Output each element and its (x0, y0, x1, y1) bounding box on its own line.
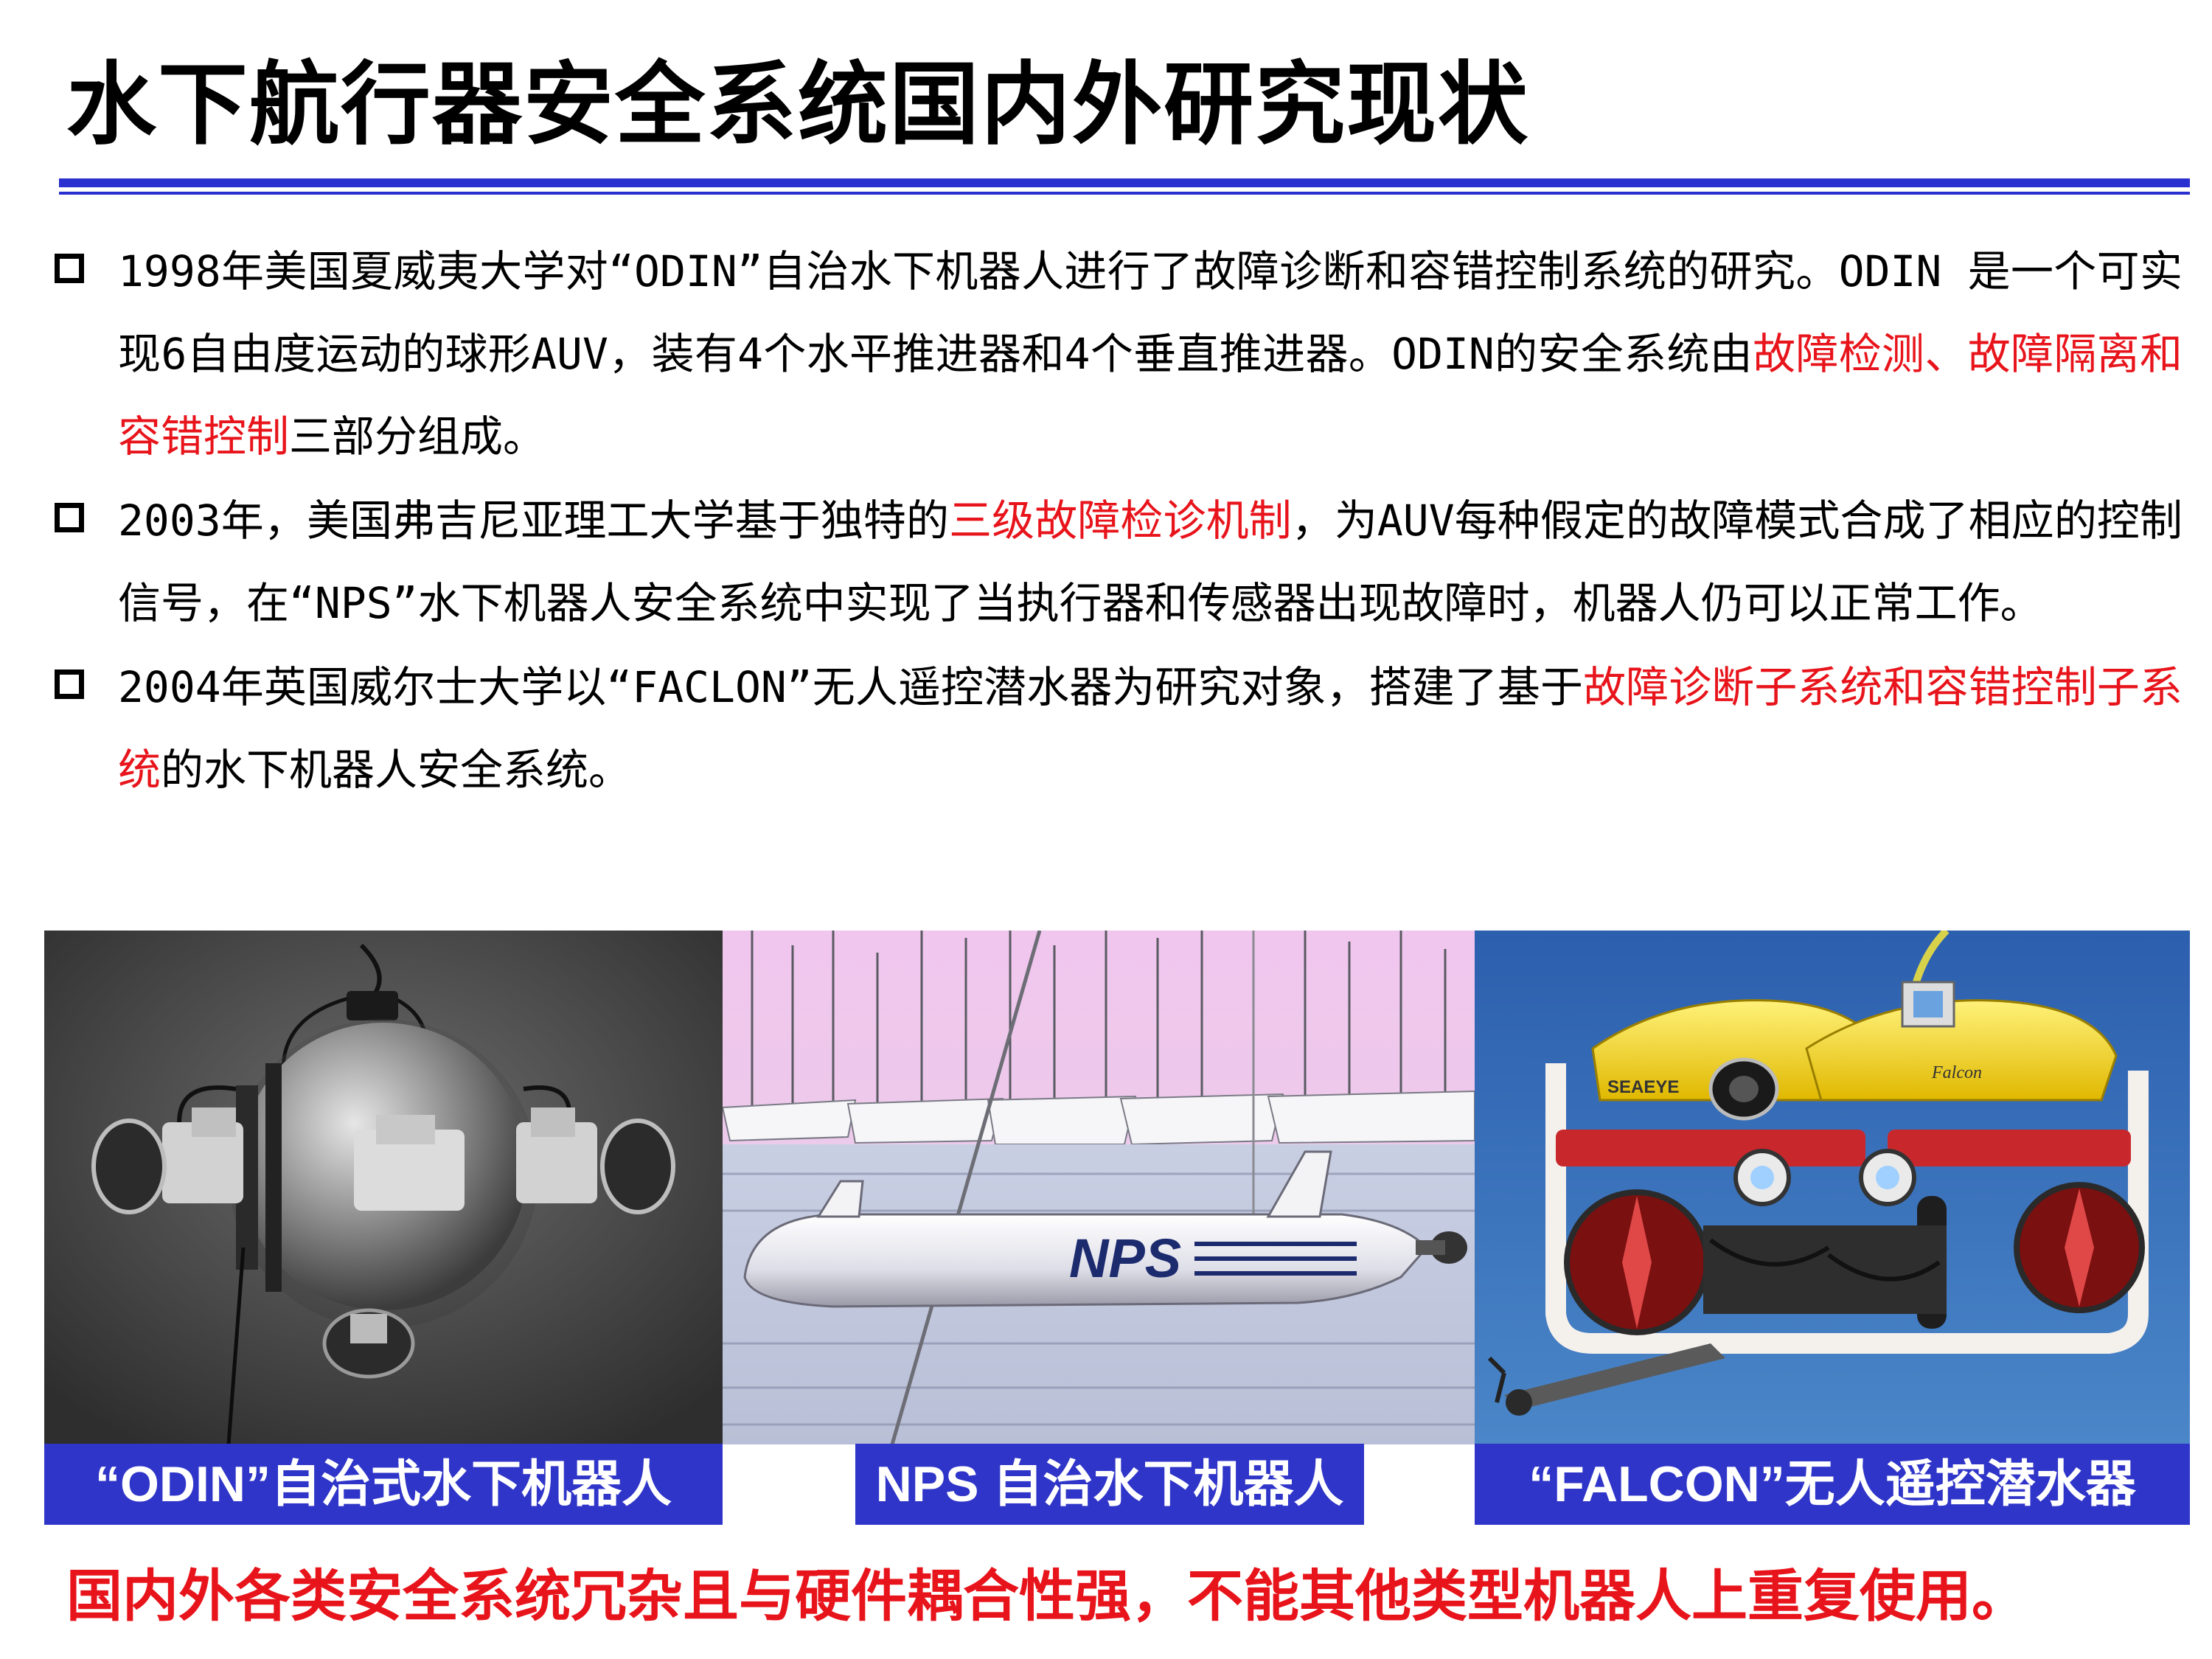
bullet-text: 1998年美国夏威夷大学对“ODIN”自治水下机器人进行了故障诊断和容错控制系统… (118, 230, 2183, 478)
bullet-text-segment: 三部分组成。 (289, 411, 546, 462)
bullet-falcon: 2004年英国威尔士大学以“FACLON”无人遥控潜水器为研究对象，搭建了基于故… (44, 646, 2183, 811)
falcon-caption: “FALCON”无人遥控潜水器 (1475, 1444, 2190, 1525)
title-divider-thick (59, 178, 2190, 187)
odin-caption: “ODIN”自治式水下机器人 (44, 1444, 723, 1525)
odin-auv-photo (44, 931, 723, 1444)
page-title: 水下航行器安全系统国内外研究现状 (66, 52, 1529, 157)
seaeye-float-label: SEAEYE (1607, 1077, 1679, 1097)
bullet-text-segment: 2004年英国威尔士大学以“FACLON”无人遥控潜水器为研究对象，搭建了基于 (118, 662, 1584, 712)
bullet-text: 2003年，美国弗吉尼亚理工大学基于独特的三级故障检诊机制，为AUV每种假定的故… (118, 479, 2183, 644)
nps-hull-label: NPS (1069, 1228, 1181, 1289)
conclusion-text: 国内外各类安全系统冗杂且与硬件耦合性强，不能其他类型机器人上重复使用。 (66, 1563, 2028, 1629)
bullet-list: 1998年美国夏威夷大学对“ODIN”自治水下机器人进行了故障诊断和容错控制系统… (44, 230, 2183, 811)
nps-auv-photo: NPS (723, 931, 1475, 1444)
bullet-odin: 1998年美国夏威夷大学对“ODIN”自治水下机器人进行了故障诊断和容错控制系统… (44, 230, 2183, 478)
square-bullet-icon (55, 503, 84, 532)
bullet-text: 2004年英国威尔士大学以“FACLON”无人遥控潜水器为研究对象，搭建了基于故… (118, 646, 2183, 811)
falcon-rov-photo: SEAEYE Falcon (1475, 931, 2190, 1444)
title-divider-thin (59, 192, 2190, 195)
square-bullet-icon (55, 669, 84, 699)
square-bullet-icon (55, 254, 84, 283)
bullet-highlight: 三级故障检诊机制 (949, 495, 1292, 546)
bullet-nps: 2003年，美国弗吉尼亚理工大学基于独特的三级故障检诊机制，为AUV每种假定的故… (44, 479, 2183, 644)
nps-caption: NPS 自治水下机器人 (855, 1444, 1364, 1525)
bullet-text-segment: 的水下机器人安全系统。 (161, 745, 632, 795)
falcon-float-label: Falcon (1931, 1063, 1982, 1082)
bullet-text-segment: 2003年，美国弗吉尼亚理工大学基于独特的 (118, 495, 950, 546)
